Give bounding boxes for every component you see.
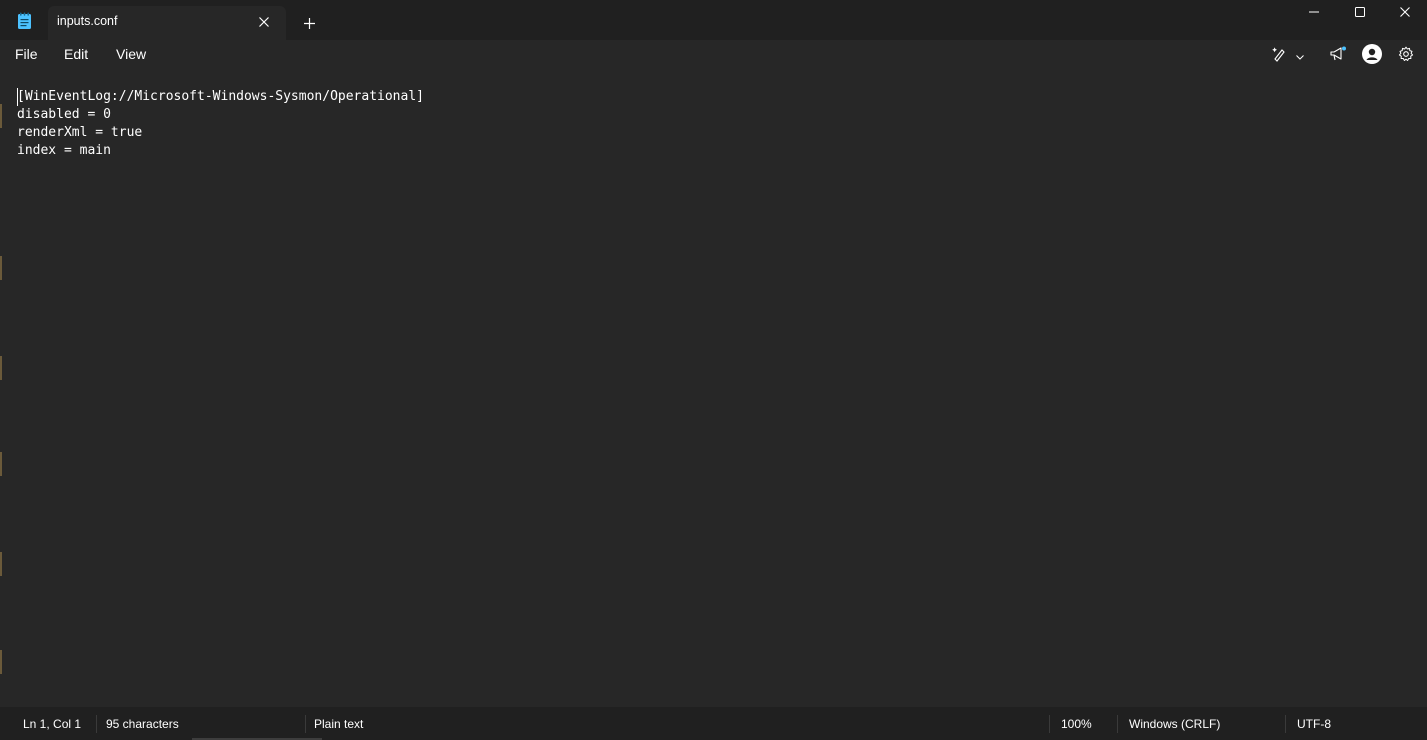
cursor-position[interactable]: Ln 1, Col 1 — [23, 717, 81, 731]
minimize-button[interactable] — [1291, 0, 1337, 24]
text-caret — [17, 88, 18, 106]
status-divider — [305, 715, 306, 733]
status-bar: Ln 1, Col 1 95 characters Plain text 100… — [0, 707, 1427, 740]
maximize-button[interactable] — [1337, 0, 1383, 24]
tab-title: inputs.conf — [57, 14, 118, 28]
sparkle-pen-icon — [1271, 46, 1289, 66]
title-bar: inputs.conf — [0, 0, 1427, 40]
document-line: [WinEventLog://Microsoft-Windows-Sysmon/… — [17, 89, 424, 104]
notepad-icon — [17, 12, 33, 30]
chevron-down-icon — [1295, 47, 1305, 66]
status-divider — [96, 715, 97, 733]
document-line: renderXml = true — [17, 125, 143, 140]
tab-inputs-conf[interactable]: inputs.conf — [48, 6, 286, 40]
menu-view[interactable]: View — [114, 46, 148, 62]
file-type: Plain text — [314, 717, 364, 731]
encoding[interactable]: UTF-8 — [1297, 717, 1331, 731]
account-icon — [1362, 44, 1382, 68]
settings-button[interactable] — [1394, 44, 1418, 68]
document-line: disabled = 0 — [17, 107, 111, 122]
close-icon[interactable] — [254, 12, 274, 32]
whats-new-button[interactable] — [1326, 44, 1350, 68]
status-divider — [1285, 715, 1286, 733]
copilot-button[interactable] — [1268, 44, 1308, 68]
menu-edit[interactable]: Edit — [62, 46, 90, 62]
gear-icon — [1398, 46, 1414, 66]
line-ending[interactable]: Windows (CRLF) — [1129, 717, 1220, 731]
status-divider — [1049, 715, 1050, 733]
account-button[interactable] — [1360, 44, 1384, 68]
character-count: 95 characters — [106, 717, 179, 731]
document-line: index = main — [17, 143, 111, 158]
left-edge-marks — [0, 72, 2, 707]
status-divider — [1117, 715, 1118, 733]
zoom-level[interactable]: 100% — [1061, 717, 1092, 731]
window-close-button[interactable] — [1382, 0, 1427, 24]
new-tab-button[interactable] — [299, 13, 319, 33]
menu-file[interactable]: File — [13, 46, 40, 62]
document-text[interactable]: [WinEventLog://Microsoft-Windows-Sysmon/… — [17, 88, 424, 160]
text-editor[interactable]: [WinEventLog://Microsoft-Windows-Sysmon/… — [0, 72, 1427, 707]
menu-bar: File Edit View — [0, 40, 1427, 72]
notepad-window: inputs.conf File Edit View [WinEventLog:… — [0, 0, 1427, 740]
megaphone-icon — [1329, 46, 1347, 66]
